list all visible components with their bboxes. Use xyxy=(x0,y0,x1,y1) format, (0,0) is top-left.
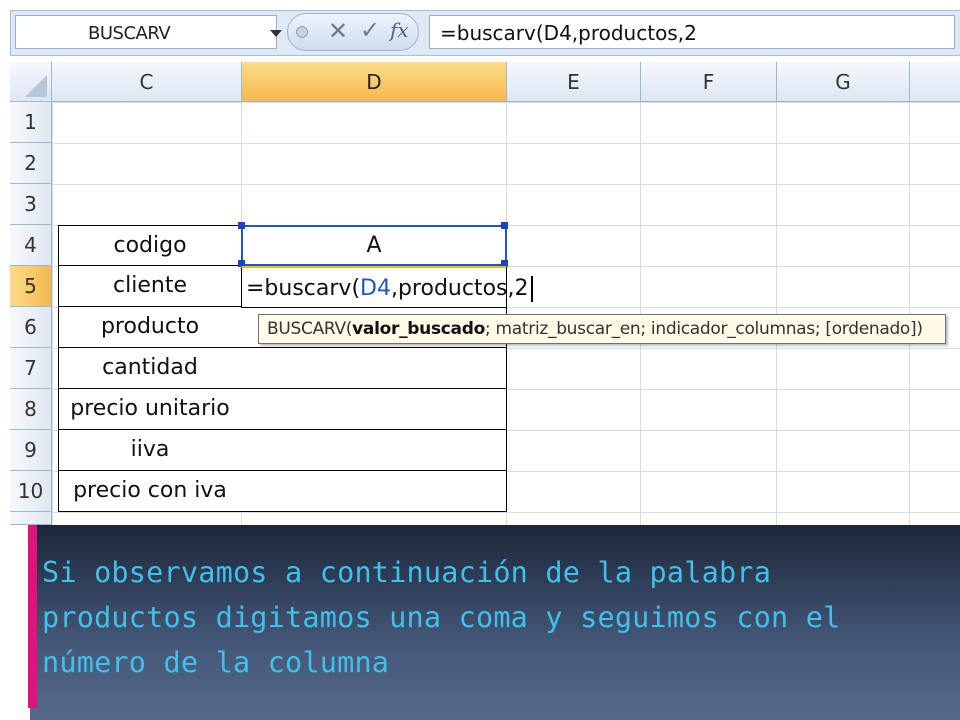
function-tooltip[interactable]: BUSCARV(valor_buscado; matriz_buscar_en;… xyxy=(258,314,946,344)
row-header-10[interactable]: 10 xyxy=(10,471,52,512)
select-all-corner[interactable] xyxy=(10,62,52,102)
name-box-value: BUSCARV xyxy=(88,23,171,44)
formula-text: =buscarv(D4,productos,2 xyxy=(440,21,697,45)
banner-margin xyxy=(0,525,30,720)
cell-d4[interactable]: A xyxy=(241,225,507,266)
formula-buttons: ✕ ✓ fx xyxy=(287,13,419,51)
formula-prefix: =buscarv( xyxy=(246,276,361,301)
formula-input[interactable]: =buscarv(D4,productos,2 xyxy=(429,15,955,49)
cell-c6[interactable]: producto xyxy=(58,307,242,348)
column-header-c[interactable]: C xyxy=(52,62,242,102)
row-header-6[interactable]: 6 xyxy=(10,307,52,348)
row-header-2[interactable]: 2 xyxy=(10,143,52,184)
cell-c4[interactable]: codigo xyxy=(58,225,242,266)
cell-d5-editor[interactable]: =buscarv(D4,productos,2 xyxy=(241,266,533,308)
row-header-3[interactable]: 3 xyxy=(10,184,52,225)
name-box[interactable]: BUSCARV xyxy=(15,15,282,49)
caption-text: Si observamos a continuación de la palab… xyxy=(42,556,841,679)
check-icon[interactable]: ✓ xyxy=(360,16,380,44)
row-header-4[interactable]: 4 xyxy=(10,225,52,266)
row-header-7[interactable]: 7 xyxy=(10,348,52,389)
formula-bar: BUSCARV ✕ ✓ fx =buscarv(D4,productos,2 xyxy=(10,10,960,56)
tooltip-active-argument[interactable]: valor_buscado xyxy=(352,319,485,339)
close-icon[interactable]: ✕ xyxy=(328,17,348,45)
cell-d4-value: A xyxy=(366,233,382,258)
accent-bar xyxy=(28,525,37,708)
text-cursor xyxy=(530,276,533,302)
chevron-down-icon[interactable] xyxy=(270,30,282,37)
cell-c5[interactable]: cliente xyxy=(58,266,242,307)
row-header-8[interactable]: 8 xyxy=(10,389,52,430)
cell-c9[interactable]: iiva xyxy=(58,430,242,471)
column-header-e[interactable]: E xyxy=(507,62,641,102)
column-header-d[interactable]: D xyxy=(242,62,507,102)
cell-d10[interactable] xyxy=(241,471,507,512)
selection-handle[interactable] xyxy=(238,222,245,229)
cell-c8[interactable]: precio unitario xyxy=(58,389,242,430)
cell-d8[interactable] xyxy=(241,389,507,430)
column-header-h[interactable] xyxy=(910,62,960,102)
formula-bar-area: BUSCARV ✕ ✓ fx =buscarv(D4,productos,2 xyxy=(0,0,960,62)
formula-reference: D4 xyxy=(360,276,391,301)
column-header-g[interactable]: G xyxy=(777,62,910,102)
selection-handle[interactable] xyxy=(501,222,508,229)
tooltip-arguments: ; matriz_buscar_en; indicador_columnas; … xyxy=(484,319,923,339)
row-header-9[interactable]: 9 xyxy=(10,430,52,471)
row-header-11[interactable] xyxy=(10,512,52,525)
select-all-icon xyxy=(25,75,47,97)
insert-function-icon[interactable]: fx xyxy=(390,18,409,42)
formula-suffix: ,productos,2 xyxy=(390,276,529,301)
cell-d9[interactable] xyxy=(241,430,507,471)
tooltip-function-name: BUSCARV( xyxy=(267,319,353,339)
resize-dot-icon xyxy=(296,26,308,38)
row-header-5[interactable]: 5 xyxy=(10,266,52,307)
row-header-1[interactable]: 1 xyxy=(10,102,52,143)
cell-d7[interactable] xyxy=(241,348,507,389)
column-header-f[interactable]: F xyxy=(641,62,777,102)
cell-c10[interactable]: precio con iva xyxy=(58,471,242,512)
cell-c7[interactable]: cantidad xyxy=(58,348,242,389)
